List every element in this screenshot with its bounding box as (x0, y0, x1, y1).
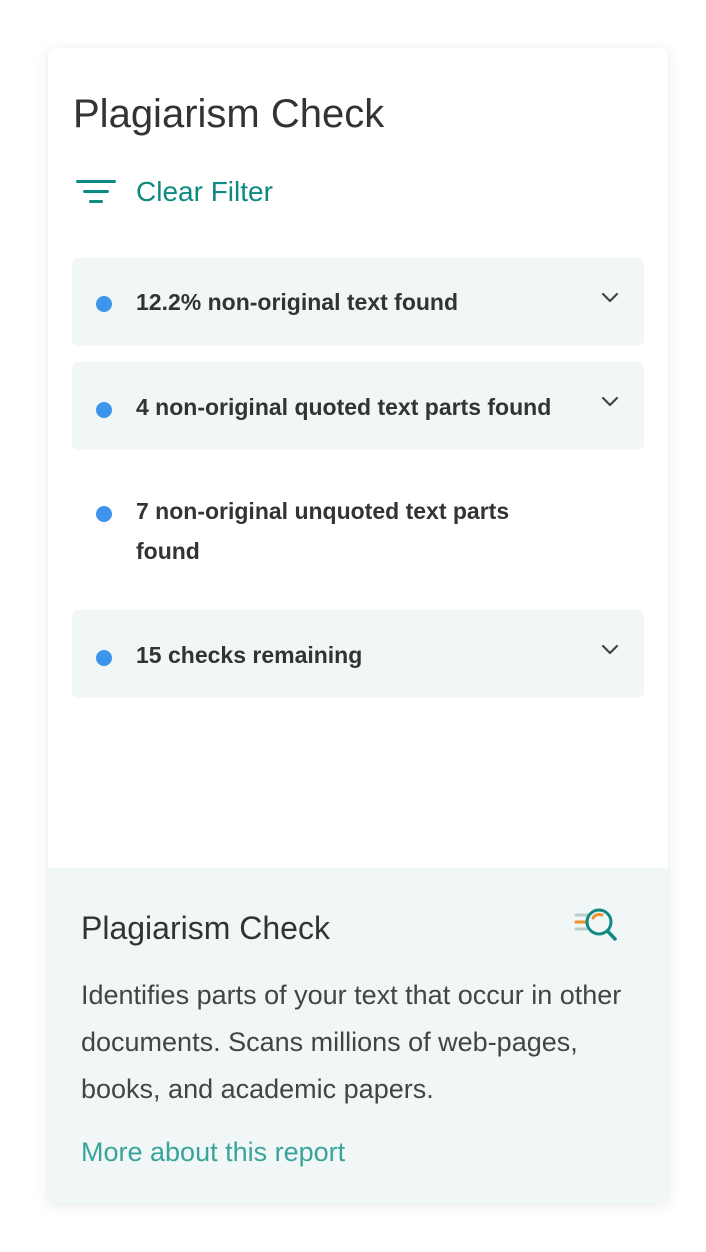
plagiarism-search-icon (574, 908, 617, 941)
result-item-non-original-text[interactable]: 12.2% non-original text found (72, 258, 644, 346)
bullet-dot (96, 506, 112, 522)
panel-title: Plagiarism Check (73, 92, 385, 136)
clear-filter-button[interactable]: Clear Filter (76, 172, 273, 212)
chevron-down-icon[interactable] (598, 390, 622, 414)
info-title: Plagiarism Check (81, 910, 330, 946)
result-item-unquoted-parts: 7 non-original unquoted text parts found (72, 466, 644, 592)
result-item-label: 7 non-original unquoted text parts found (136, 498, 510, 564)
chevron-down-icon[interactable] (598, 638, 622, 662)
plagiarism-panel: Plagiarism Check Clear Filter 12.2% non-… (48, 48, 668, 1204)
result-item-label: 15 checks remaining (136, 642, 363, 668)
bullet-dot (96, 650, 112, 666)
info-description: Identifies parts of your text that occur… (81, 980, 622, 1104)
bullet-dot (96, 296, 112, 312)
result-item-label: 4 non-original quoted text parts found (136, 394, 552, 420)
filter-lines-icon (76, 177, 116, 207)
bullet-dot (96, 402, 112, 418)
report-info-box: Plagiarism Check Identifies parts of you… (48, 868, 668, 1204)
chevron-down-icon[interactable] (598, 286, 622, 310)
result-item-label: 12.2% non-original text found (136, 289, 459, 315)
result-item-checks-remaining[interactable]: 15 checks remaining (72, 610, 644, 698)
clear-filter-label: Clear Filter (136, 176, 273, 207)
more-about-report-link[interactable]: More about this report (81, 1132, 345, 1172)
result-item-quoted-parts[interactable]: 4 non-original quoted text parts found (72, 362, 644, 450)
